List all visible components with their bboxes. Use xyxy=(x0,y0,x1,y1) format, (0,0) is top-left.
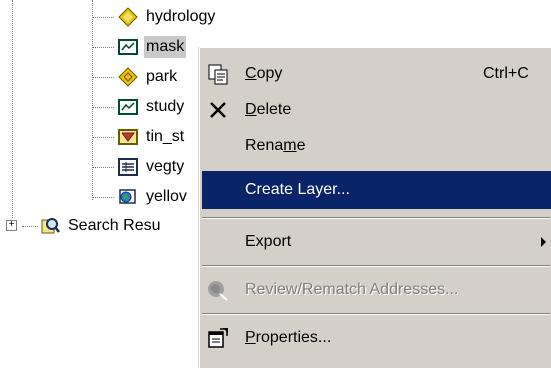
menu-item-rename[interactable]: Rename xyxy=(202,129,551,163)
tree-connector-line xyxy=(92,167,114,168)
point-layer-icon xyxy=(118,7,138,27)
tree-connector-line xyxy=(92,77,114,78)
submenu-arrow-icon xyxy=(541,237,546,247)
properties-icon xyxy=(208,328,228,348)
menu-separator xyxy=(202,265,550,267)
menu-item-create-layer[interactable]: Create Layer... xyxy=(202,171,551,209)
menu-separator xyxy=(202,217,550,219)
tree-item-vegty[interactable]: vegty xyxy=(118,155,186,179)
menu-item-export[interactable]: Export xyxy=(202,225,551,259)
tree-connector-line xyxy=(92,107,114,108)
menu-item-delete[interactable]: Delete xyxy=(202,93,551,127)
tree-item-label: hydrology xyxy=(146,8,216,25)
tree-expander-plus[interactable]: + xyxy=(6,220,17,231)
point-layer-icon xyxy=(118,67,138,87)
tree-item-park[interactable]: park xyxy=(118,65,179,89)
table-icon xyxy=(118,158,138,176)
tree-item-label: mask xyxy=(144,36,187,58)
copy-icon xyxy=(208,64,228,85)
tree-item-tin[interactable]: tin_st xyxy=(118,125,186,149)
tree-item-label: Search Resu xyxy=(68,217,161,234)
menu-item-shortcut: Ctrl+C xyxy=(483,65,529,82)
tree-item-yellov[interactable]: yellov xyxy=(118,185,189,209)
globe-map-icon xyxy=(119,189,136,204)
raster-layer-icon xyxy=(118,99,138,115)
tree-item-label: park xyxy=(146,68,178,85)
menu-item-label: Copy xyxy=(245,65,283,82)
menu-item-copy[interactable]: Copy Ctrl+C xyxy=(202,57,551,91)
menu-item-label: Review/Rematch Addresses... xyxy=(245,281,459,298)
menu-item-label: Delete xyxy=(245,101,292,118)
tin-layer-icon xyxy=(118,129,138,145)
menu-item-label: Rename xyxy=(245,137,306,154)
tree-item-mask[interactable]: mask xyxy=(118,35,187,59)
menu-separator xyxy=(202,313,550,315)
tree-item-label: tin_st xyxy=(146,128,185,145)
tree-item-label: vegty xyxy=(146,158,185,175)
tree-connector-line xyxy=(92,197,114,198)
menu-item-properties[interactable]: Properties... xyxy=(202,321,551,355)
tree-item-label: study xyxy=(146,98,185,115)
tree-item-label: yellov xyxy=(146,188,187,205)
tree-item-hydrology[interactable]: hydrology xyxy=(118,5,217,29)
tree-item-search-results[interactable]: Search Resu xyxy=(40,214,163,238)
menu-item-label: Create Layer... xyxy=(245,181,350,198)
tree-connector-line xyxy=(92,0,93,200)
tree-connector-line xyxy=(22,226,38,227)
menu-item-label: Export xyxy=(245,233,292,250)
search-results-icon xyxy=(41,218,60,234)
tree-item-study[interactable]: study xyxy=(118,95,186,119)
tree-connector-line xyxy=(92,47,114,48)
tree-connector-line xyxy=(92,137,114,138)
tree-connector-line xyxy=(12,0,13,218)
tree-connector-line xyxy=(92,17,114,18)
context-menu: Copy Ctrl+C Delete Rename Create Layer..… xyxy=(198,47,551,368)
review-addresses-icon xyxy=(208,281,228,301)
delete-x-icon xyxy=(210,102,226,118)
menu-item-review-rematch: Review/Rematch Addresses... xyxy=(202,273,551,307)
raster-layer-icon xyxy=(118,39,138,55)
menu-item-label: Properties... xyxy=(245,329,332,346)
